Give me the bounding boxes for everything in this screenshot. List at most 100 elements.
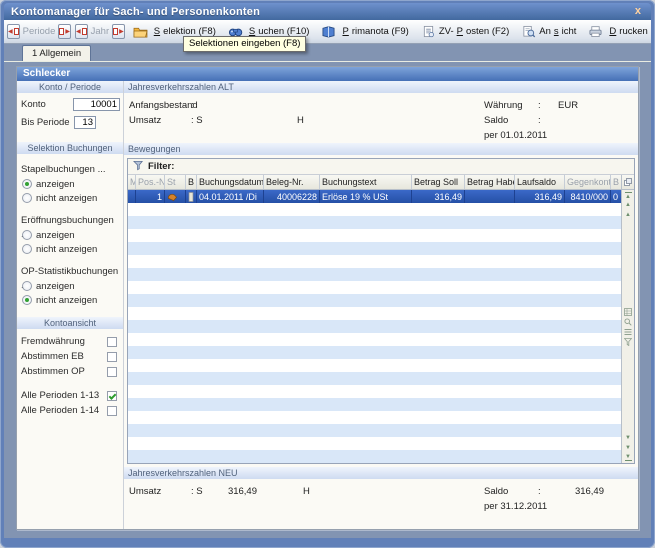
haben-marker: H bbox=[303, 486, 310, 497]
nav-filter-icon[interactable] bbox=[622, 337, 634, 347]
radio-icon[interactable] bbox=[22, 179, 32, 189]
title-bar[interactable]: Kontomanager für Sach- und Personenkonte… bbox=[4, 3, 651, 20]
stapel-icon bbox=[165, 190, 186, 203]
ansicht-button[interactable]: Ansicht bbox=[517, 22, 580, 41]
nav-prev-icon[interactable]: ▲ bbox=[622, 210, 634, 220]
beleg-marker-icon bbox=[186, 190, 197, 203]
table-row[interactable] bbox=[128, 242, 621, 255]
grid-header: M Pos.-Nr St B Buchungsdatum ▲ Bel bbox=[128, 175, 621, 190]
nav-grid-icon[interactable] bbox=[622, 307, 634, 317]
table-row[interactable] bbox=[128, 372, 621, 385]
primanota-button[interactable]: Primanota (F9) bbox=[317, 22, 412, 41]
group-label: Stapelbuchungen ... bbox=[21, 163, 123, 177]
col-header-gegenkonto[interactable]: Gegenkonto bbox=[565, 175, 611, 189]
tab-strip: 1 Allgemein bbox=[4, 44, 651, 61]
konto-input[interactable] bbox=[73, 98, 120, 111]
col-header-pos-nr[interactable]: Pos.-Nr bbox=[136, 175, 165, 189]
anfangsbestand-label: Anfangsbestand bbox=[129, 100, 191, 111]
table-row[interactable] bbox=[128, 229, 621, 242]
radio-group-stapelbuchungen: Stapelbuchungen ... anzeigen nicht anzei… bbox=[17, 163, 123, 205]
checkbox-fremdwaehrung[interactable]: Fremdwährung bbox=[17, 334, 123, 349]
col-header-buchungstext[interactable]: Buchungstext bbox=[320, 175, 412, 189]
radio-nicht-anzeigen[interactable]: nicht anzeigen bbox=[21, 293, 123, 307]
table-row[interactable] bbox=[128, 307, 621, 320]
haben-marker: H bbox=[297, 115, 304, 126]
col-header-b[interactable]: B bbox=[186, 175, 197, 189]
section-kontoansicht: Kontoansicht bbox=[17, 317, 123, 329]
drucken-button[interactable]: Drucken bbox=[584, 22, 651, 41]
table-row[interactable] bbox=[128, 203, 621, 216]
table-row[interactable] bbox=[128, 294, 621, 307]
nav-last-icon[interactable]: ▼ bbox=[625, 453, 632, 461]
table-row[interactable] bbox=[128, 450, 621, 463]
table-row[interactable] bbox=[128, 437, 621, 450]
bis-periode-input[interactable] bbox=[74, 116, 96, 129]
table-row[interactable] bbox=[128, 333, 621, 346]
table-row[interactable] bbox=[128, 216, 621, 229]
col-header-b2[interactable]: B bbox=[611, 175, 621, 189]
workspace: 1 Allgemein Schlecker Konto / Periode Ko… bbox=[4, 44, 651, 538]
checkbox-icon[interactable] bbox=[107, 406, 117, 416]
section-selektion-buchungen: Selektion Buchungen bbox=[17, 142, 123, 154]
col-header-st[interactable]: St bbox=[165, 175, 186, 189]
periode-next-button[interactable]: ▶ bbox=[58, 24, 71, 39]
periode-prev-button[interactable]: ◀ bbox=[7, 24, 20, 39]
tab-allgemein[interactable]: 1 Allgemein bbox=[22, 45, 91, 61]
radio-anzeigen[interactable]: anzeigen bbox=[21, 279, 123, 293]
page-icon bbox=[82, 28, 87, 35]
saldo-label: Saldo bbox=[484, 115, 538, 126]
radio-icon[interactable] bbox=[22, 193, 32, 203]
nav-search-icon[interactable] bbox=[622, 317, 634, 327]
nav-page-up-icon[interactable]: ▲ bbox=[622, 200, 634, 210]
col-header-m[interactable]: M bbox=[128, 175, 136, 189]
close-icon[interactable]: x bbox=[632, 6, 644, 17]
column-chooser-icon[interactable] bbox=[622, 175, 634, 190]
checkbox-icon[interactable] bbox=[107, 352, 117, 362]
jahr-prev-button[interactable]: ◀ bbox=[75, 24, 88, 39]
checkbox-alle-perioden-1-13[interactable]: Alle Perioden 1-13 bbox=[17, 388, 123, 403]
filter-band[interactable]: Filter: bbox=[128, 159, 634, 175]
table-row[interactable] bbox=[128, 255, 621, 268]
checkbox-abstimmen-op[interactable]: Abstimmen OP bbox=[17, 364, 123, 379]
table-row[interactable] bbox=[128, 411, 621, 424]
nav-next-icon[interactable]: ▼ bbox=[622, 433, 634, 443]
col-header-laufsaldo[interactable]: Laufsaldo bbox=[515, 175, 565, 189]
table-row[interactable] bbox=[128, 359, 621, 372]
checkbox-icon[interactable] bbox=[107, 391, 117, 401]
section-bewegungen: Bewegungen bbox=[124, 143, 638, 155]
checkbox-abstimmen-eb[interactable]: Abstimmen EB bbox=[17, 349, 123, 364]
radio-anzeigen[interactable]: anzeigen bbox=[21, 228, 123, 242]
nav-rows-icon[interactable] bbox=[622, 327, 634, 337]
tab-page: Schlecker Konto / Periode Konto Bis Peri… bbox=[4, 61, 651, 538]
cell-text: Erlöse 19 % USt bbox=[320, 190, 412, 203]
table-row[interactable] bbox=[128, 385, 621, 398]
nav-page-down-icon[interactable]: ▼ bbox=[622, 443, 634, 453]
konto-label: Konto bbox=[21, 99, 73, 110]
col-header-buchungsdatum[interactable]: Buchungsdatum ▲ bbox=[197, 175, 264, 189]
radio-icon[interactable] bbox=[22, 230, 32, 240]
col-header-betrag-haben[interactable]: Betrag Haben bbox=[465, 175, 515, 189]
checkbox-alle-perioden-1-14[interactable]: Alle Perioden 1-14 bbox=[17, 403, 123, 418]
nav-first-icon[interactable]: ▲ bbox=[625, 192, 632, 200]
table-row[interactable] bbox=[128, 268, 621, 281]
jahr-next-button[interactable]: ▶ bbox=[112, 24, 125, 39]
radio-nicht-anzeigen[interactable]: nicht anzeigen bbox=[21, 242, 123, 256]
table-row-selected[interactable]: 1 04.01.2011 /Di 40006228 Erlöse 19 % US… bbox=[128, 190, 621, 203]
col-header-beleg-nr[interactable]: Beleg-Nr. bbox=[264, 175, 320, 189]
col-header-betrag-soll[interactable]: Betrag Soll bbox=[412, 175, 465, 189]
table-row[interactable] bbox=[128, 398, 621, 411]
checkbox-icon[interactable] bbox=[107, 367, 117, 377]
table-row[interactable] bbox=[128, 320, 621, 333]
radio-icon[interactable] bbox=[22, 244, 32, 254]
radio-icon[interactable] bbox=[22, 295, 32, 305]
table-row[interactable] bbox=[128, 281, 621, 294]
radio-icon[interactable] bbox=[22, 281, 32, 291]
table-row[interactable] bbox=[128, 346, 621, 359]
table-row[interactable] bbox=[128, 424, 621, 437]
radio-nicht-anzeigen[interactable]: nicht anzeigen bbox=[21, 191, 123, 205]
waehrung-label: Währung bbox=[484, 100, 538, 111]
radio-anzeigen[interactable]: anzeigen bbox=[21, 177, 123, 191]
zv-posten-button[interactable]: ZV-Posten (F2) bbox=[417, 22, 513, 41]
checkbox-icon[interactable] bbox=[107, 337, 117, 347]
folder-icon bbox=[133, 25, 148, 38]
